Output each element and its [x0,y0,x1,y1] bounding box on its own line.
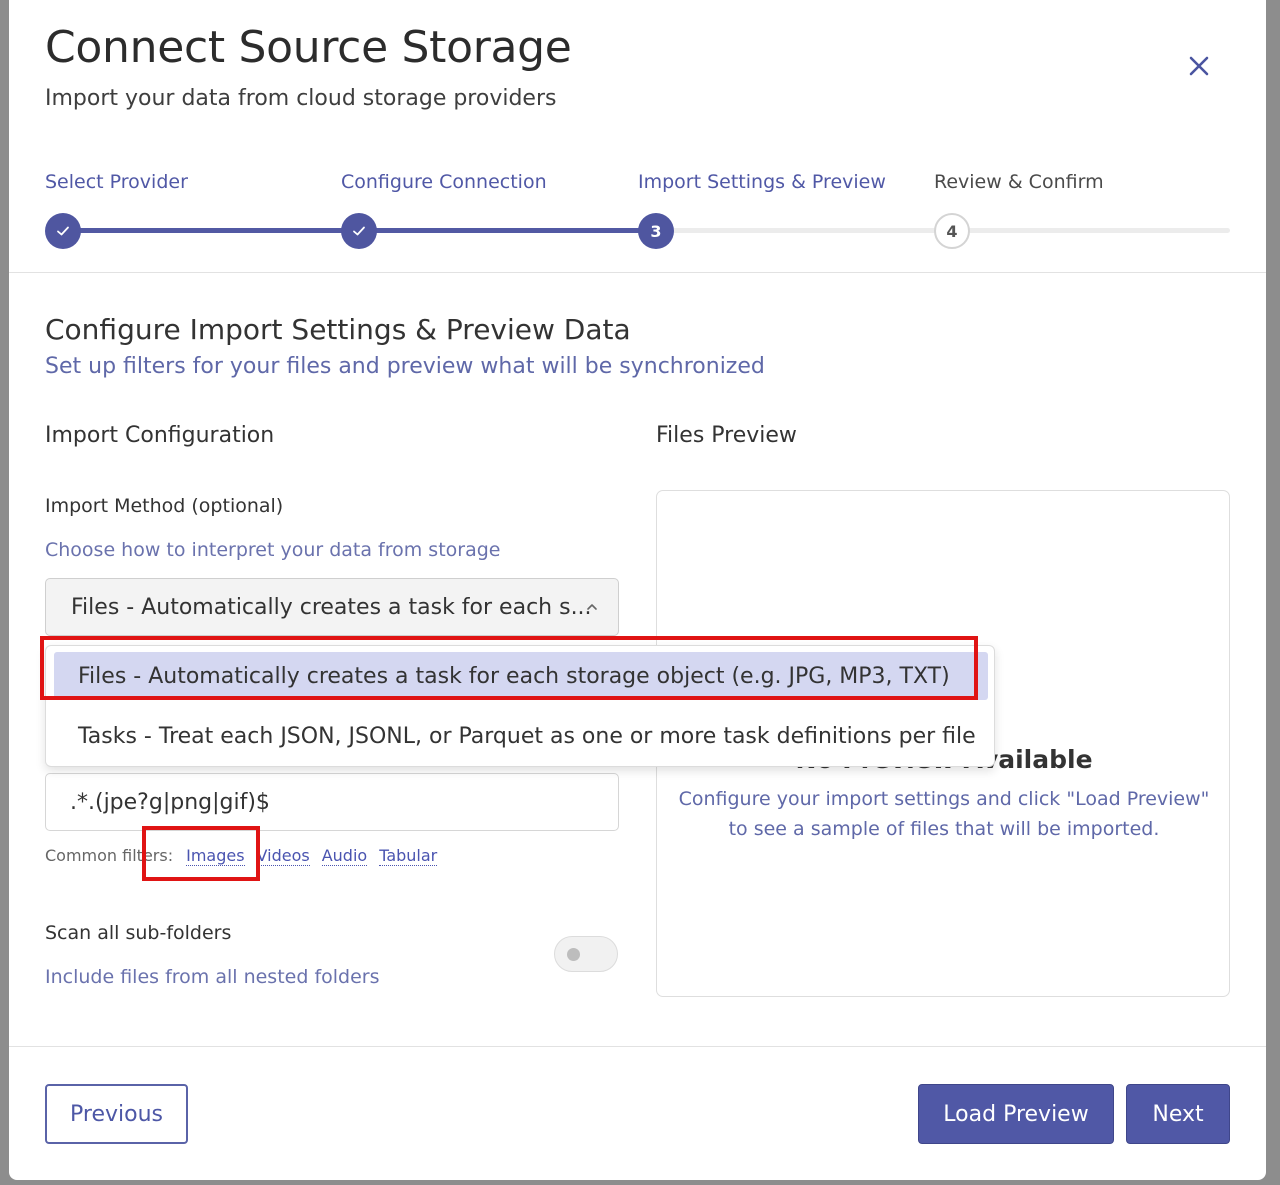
step-label-import-settings: Import Settings & Preview [638,171,886,193]
next-button[interactable]: Next [1126,1084,1230,1144]
check-icon [57,226,69,236]
import-configuration-heading: Import Configuration [45,423,275,448]
import-method-option-tasks[interactable]: Tasks - Treat each JSON, JSONL, or Parqu… [54,712,988,760]
filter-link-videos[interactable]: Videos [256,846,310,866]
filter-link-audio[interactable]: Audio [321,846,368,866]
import-method-label: Import Method (optional) [45,495,284,517]
step-1-complete[interactable] [45,213,81,249]
scan-subfolders-toggle[interactable] [554,936,618,972]
header-divider [9,272,1266,273]
step-2-complete[interactable] [341,213,377,249]
chevron-up-icon [587,604,597,610]
load-preview-button[interactable]: Load Preview [918,1084,1114,1144]
close-icon [1189,56,1209,76]
footer-divider [9,1046,1266,1047]
common-filters-label: Common filters: [45,846,174,865]
step-4-upcoming: 4 [934,213,970,249]
no-preview-text-line-2: to see a sample of files that will be im… [728,818,1160,840]
previous-button[interactable]: Previous [45,1084,188,1144]
filter-link-tabular[interactable]: Tabular [379,846,438,866]
import-method-dropdown: Files - Automatically creates a task for… [45,645,995,767]
import-method-help: Choose how to interpret your data from s… [45,539,501,561]
step-label-review-confirm: Review & Confirm [934,171,1104,193]
import-method-select[interactable]: Files - Automatically creates a task for… [45,578,619,636]
files-preview-heading: Files Preview [656,423,797,448]
connect-storage-modal: Connect Source Storage Import your data … [9,0,1266,1180]
modal-title: Connect Source Storage [45,22,572,73]
close-button[interactable] [1181,48,1217,84]
section-subtitle: Set up filters for your files and previe… [45,354,765,379]
section-title: Configure Import Settings & Preview Data [45,313,631,346]
toggle-knob [567,948,580,961]
filter-link-images[interactable]: Images [186,846,245,866]
scan-subfolders-label: Scan all sub-folders [45,922,232,944]
step-label-select-provider[interactable]: Select Provider [45,171,188,193]
step-label-configure-connection[interactable]: Configure Connection [341,171,547,193]
import-method-option-files[interactable]: Files - Automatically creates a task for… [54,652,988,700]
file-filter-regex-input[interactable] [45,773,619,831]
common-filters: Common filters: Images Videos Audio Tabu… [45,846,438,866]
modal-subtitle: Import your data from cloud storage prov… [45,86,557,111]
no-preview-text-line-1: Configure your import settings and click… [678,788,1210,810]
no-preview-text: Configure your import settings and click… [657,784,1231,844]
import-method-selected-value: Files - Automatically creates a task for… [71,594,592,620]
scan-subfolders-help: Include files from all nested folders [45,966,380,988]
step-3-current: 3 [638,213,674,249]
check-icon [353,226,365,236]
